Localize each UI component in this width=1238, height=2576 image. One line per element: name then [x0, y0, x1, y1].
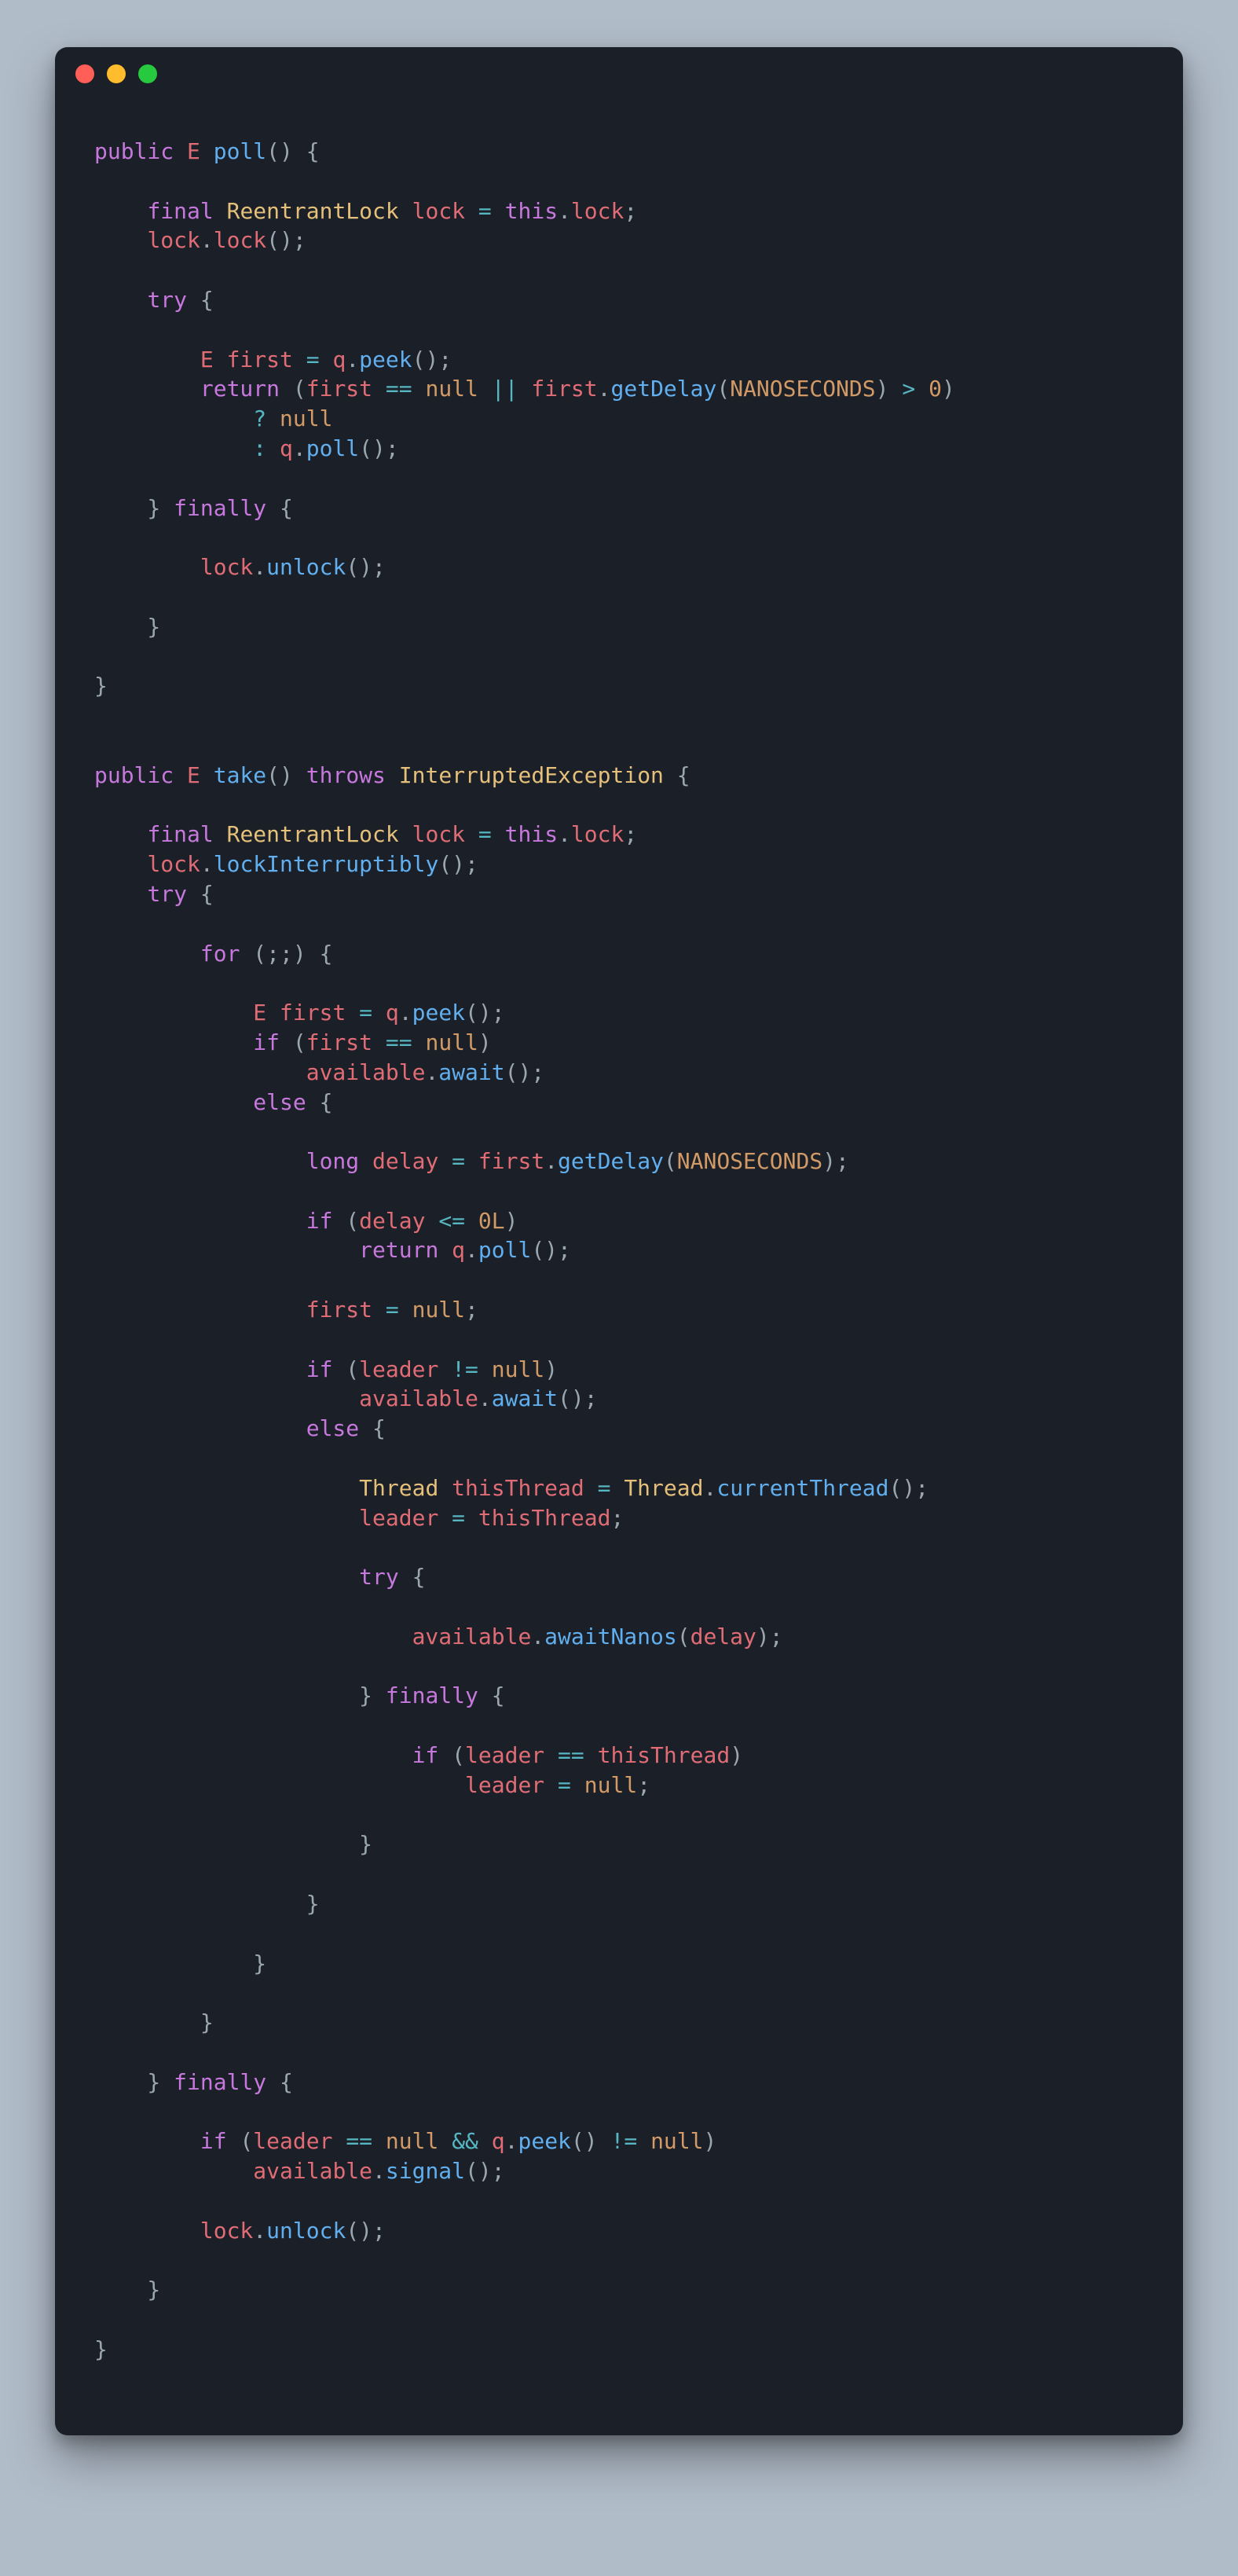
- minimize-icon[interactable]: [107, 64, 126, 83]
- maximize-icon[interactable]: [138, 64, 157, 83]
- code-content: public E poll() { final ReentrantLock lo…: [94, 137, 1144, 2365]
- titlebar: [55, 47, 1183, 90]
- close-icon[interactable]: [75, 64, 94, 83]
- code-area: public E poll() { final ReentrantLock lo…: [55, 90, 1183, 2435]
- code-editor-window: public E poll() { final ReentrantLock lo…: [55, 47, 1183, 2435]
